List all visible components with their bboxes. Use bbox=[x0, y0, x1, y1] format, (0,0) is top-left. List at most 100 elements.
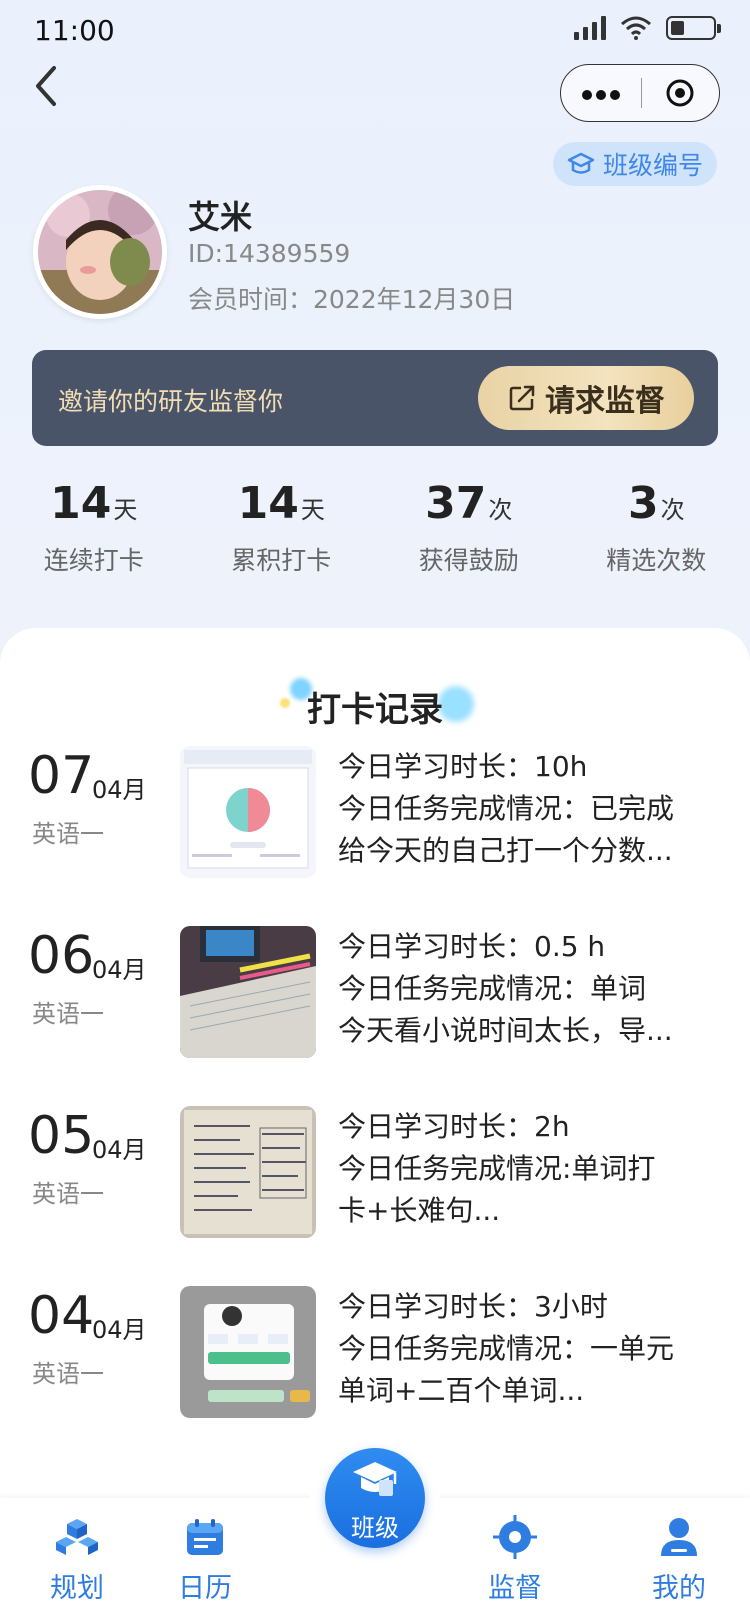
record-day: 07 bbox=[28, 746, 95, 806]
stat-value: 37 bbox=[425, 478, 487, 529]
record-month: 04月 bbox=[92, 776, 147, 804]
record-line: 今日学习时长：10h bbox=[338, 750, 588, 783]
record-line: 今日学习时长：3小时 bbox=[338, 1290, 608, 1323]
username: 艾米 bbox=[188, 198, 253, 236]
record-line: 给今天的自己打一个分数... bbox=[338, 834, 673, 867]
record-line: 单词+二百个单词... bbox=[338, 1374, 585, 1407]
crosshair-icon bbox=[493, 1515, 537, 1559]
stat-encouragement: 37次 获得鼓励 bbox=[375, 478, 563, 577]
tab-class-label: 班级 bbox=[351, 1514, 399, 1542]
stats-row: 14天 连续打卡 14天 累积打卡 37次 获得鼓励 3次 精选次数 bbox=[0, 478, 750, 577]
tab-mine-label: 我的 bbox=[652, 1573, 706, 1604]
record-subject: 英语一 bbox=[32, 1000, 104, 1028]
tab-calendar[interactable]: 日历 bbox=[150, 1514, 260, 1605]
record-month: 04月 bbox=[92, 1136, 147, 1164]
membership-expiry: 会员时间：2022年12月30日 bbox=[188, 285, 516, 314]
tab-calendar-label: 日历 bbox=[178, 1573, 232, 1604]
user-icon bbox=[661, 1518, 697, 1556]
stat-unit: 次 bbox=[488, 496, 513, 524]
record-line: 今日任务完成情况：单词 bbox=[338, 972, 647, 1005]
stat-unit: 天 bbox=[113, 496, 138, 524]
user-id: ID:14389559 bbox=[188, 239, 351, 268]
class-badge-label: 班级编号 bbox=[603, 151, 704, 180]
signal-icon bbox=[574, 16, 606, 40]
tab-plan-label: 规划 bbox=[50, 1573, 104, 1604]
stat-unit: 天 bbox=[300, 496, 325, 524]
record-subject: 英语一 bbox=[32, 1180, 104, 1208]
stat-label: 获得鼓励 bbox=[418, 546, 519, 575]
record-line: 今天看小说时间太长，导... bbox=[338, 1014, 673, 1047]
record-summary: 今日学习时长：2h 今日任务完成情况:单词打 卡+长难句... bbox=[338, 1106, 718, 1232]
back-button[interactable] bbox=[30, 62, 70, 112]
stat-value: 14 bbox=[50, 478, 112, 529]
request-supervision-button[interactable]: 请求监督 bbox=[478, 366, 694, 430]
record-summary: 今日学习时长：3小时 今日任务完成情况：一单元 单词+二百个单词... bbox=[338, 1286, 718, 1412]
mini-program-capsule bbox=[560, 64, 720, 122]
status-icons bbox=[574, 16, 721, 40]
record-thumbnail[interactable] bbox=[180, 1106, 316, 1238]
record-summary: 今日学习时长：0.5 h 今日任务完成情况：单词 今天看小说时间太长，导... bbox=[338, 926, 718, 1052]
stat-total: 14天 累积打卡 bbox=[188, 478, 376, 577]
record-line: 今日任务完成情况：已完成 bbox=[338, 792, 675, 825]
chevron-left-icon bbox=[36, 66, 56, 106]
record-line: 今日学习时长：2h bbox=[338, 1110, 570, 1143]
record-item[interactable]: 06 04月 英语一 今日学习时长：0.5 h 今日任务完成情况：单词 今天看小… bbox=[0, 926, 750, 1076]
record-item[interactable]: 05 04月 英语一 今日学习时长：2h 今日任务完成情况:单词打 卡+长难句.… bbox=[0, 1106, 750, 1256]
stat-consecutive: 14天 连续打卡 bbox=[0, 478, 188, 577]
invite-text: 邀请你的研友监督你 bbox=[58, 387, 284, 416]
target-icon bbox=[666, 79, 694, 107]
notebook-photo-image bbox=[180, 1106, 316, 1238]
record-line: 今日任务完成情况：一单元 bbox=[338, 1332, 675, 1365]
graduation-cap-icon bbox=[567, 152, 595, 174]
record-summary: 今日学习时长：10h 今日任务完成情况：已完成 给今天的自己打一个分数... bbox=[338, 746, 718, 872]
more-button[interactable] bbox=[561, 78, 641, 108]
stat-featured: 3次 精选次数 bbox=[563, 478, 750, 577]
record-day: 06 bbox=[28, 926, 95, 986]
record-month: 04月 bbox=[92, 1316, 147, 1344]
request-supervision-label: 请求监督 bbox=[545, 384, 665, 419]
avatar[interactable] bbox=[33, 185, 167, 319]
wifi-icon bbox=[621, 16, 651, 40]
record-thumbnail[interactable] bbox=[180, 746, 316, 878]
tab-mine[interactable]: 我的 bbox=[624, 1514, 734, 1605]
record-line: 卡+长难句... bbox=[338, 1194, 501, 1227]
stat-unit: 次 bbox=[660, 496, 685, 524]
tab-class[interactable]: 班级 bbox=[325, 1448, 425, 1548]
status-bar: 11:00 bbox=[0, 0, 750, 60]
tab-supervise[interactable]: 监督 bbox=[460, 1514, 570, 1605]
record-item[interactable]: 04 04月 英语一 今日学习时长：3小时 今日任务完成情况：一单元 单词+二百… bbox=[0, 1286, 750, 1436]
records-title: 打卡记录 bbox=[307, 690, 443, 730]
more-dots-icon bbox=[581, 90, 620, 100]
stat-label: 精选次数 bbox=[606, 546, 707, 575]
cubes-icon bbox=[56, 1519, 98, 1555]
record-day: 05 bbox=[28, 1106, 95, 1166]
desk-photo-image bbox=[180, 926, 316, 1058]
class-number-badge[interactable]: 班级编号 bbox=[553, 142, 718, 186]
tab-plan[interactable]: 规划 bbox=[22, 1514, 132, 1605]
avatar-photo bbox=[38, 190, 162, 314]
graduation-cap-icon bbox=[353, 1462, 397, 1496]
checkin-screenshot-image bbox=[180, 1286, 316, 1418]
calendar-icon bbox=[187, 1519, 223, 1555]
record-month: 04月 bbox=[92, 956, 147, 984]
battery-icon bbox=[666, 16, 721, 40]
stat-value: 14 bbox=[237, 478, 299, 529]
status-time: 11:00 bbox=[34, 14, 115, 47]
share-icon bbox=[509, 385, 535, 411]
record-line: 今日任务完成情况:单词打 bbox=[338, 1152, 656, 1185]
checkin-records-card: 打卡记录 07 04月 英语一 今日学习时长：10h 今日任务完成情况：已完成 … bbox=[0, 628, 750, 1508]
record-thumbnail[interactable] bbox=[180, 1286, 316, 1418]
tab-supervise-label: 监督 bbox=[488, 1573, 542, 1604]
stat-value: 3 bbox=[627, 478, 659, 529]
record-item[interactable]: 07 04月 英语一 今日学习时长：10h 今日任务完成情况：已完成 给今天的自… bbox=[0, 746, 750, 896]
record-subject: 英语一 bbox=[32, 1360, 104, 1388]
record-subject: 英语一 bbox=[32, 820, 104, 848]
record-thumbnail[interactable] bbox=[180, 926, 316, 1058]
stats-screenshot-image bbox=[180, 746, 316, 878]
record-line: 今日学习时长：0.5 h bbox=[338, 930, 606, 963]
close-capsule-button[interactable] bbox=[642, 78, 720, 108]
record-day: 04 bbox=[28, 1286, 95, 1346]
stat-label: 连续打卡 bbox=[43, 546, 144, 575]
stat-label: 累积打卡 bbox=[231, 546, 332, 575]
invite-banner: 邀请你的研友监督你 请求监督 bbox=[32, 350, 718, 446]
